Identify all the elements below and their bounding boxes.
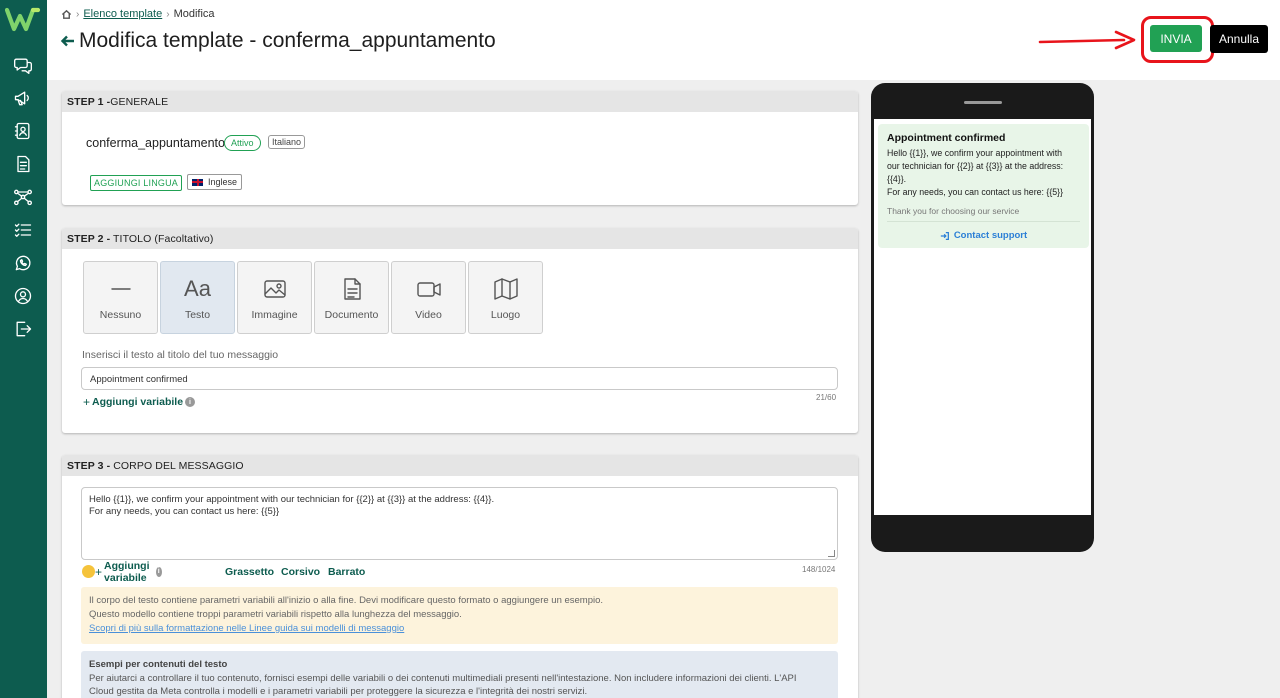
dash-icon xyxy=(110,288,131,290)
title-type-none[interactable]: Nessuno xyxy=(83,261,158,334)
examples-box: Esempi per contenuti del testo Per aiuta… xyxy=(81,651,838,698)
sidebar xyxy=(0,0,47,698)
title-type-document[interactable]: Documento xyxy=(314,261,389,334)
phone-preview: Appointment confirmed Hello {{1}}, we co… xyxy=(871,83,1094,552)
add-variable-label: Aggiungi variabile xyxy=(104,559,150,584)
title-char-counter: 21/60 xyxy=(816,393,837,402)
step3-heading: STEP 3 - CORPO DEL MESSAGGIO xyxy=(62,455,858,476)
plus-icon: + xyxy=(95,564,103,579)
phone-speaker xyxy=(964,101,1002,104)
warning-text: Questo modello contiene troppi parametri… xyxy=(89,609,462,620)
strikethrough-button[interactable]: Barrato xyxy=(328,566,365,578)
title-type-label: Testo xyxy=(184,309,211,321)
info-icon[interactable]: i xyxy=(156,566,162,577)
preview-body-line: Hello {{1}}, we confirm your appointment… xyxy=(887,148,1063,158)
breadcrumb-separator: › xyxy=(166,8,170,20)
title-type-location[interactable]: Luogo xyxy=(468,261,543,334)
title-type-label: Nessuno xyxy=(99,309,142,321)
body-char-counter: 148/1024 xyxy=(802,565,836,574)
video-icon xyxy=(416,282,441,297)
info-icon[interactable]: i xyxy=(185,397,196,407)
preview-footer: Thank you for choosing our service xyxy=(887,206,1080,222)
guidelines-link[interactable]: Scopri di più sulla formattazione nelle … xyxy=(89,622,830,636)
step1-heading: STEP 1 -GENERALE xyxy=(62,91,858,112)
template-name: conferma_appuntamento xyxy=(86,136,225,150)
bold-button[interactable]: Grassetto xyxy=(225,566,274,578)
add-variable-title-button[interactable]: + Aggiungi variabile i xyxy=(83,395,196,409)
step2-card: STEP 2 - TITOLO (Facoltativo) Nessuno Aa… xyxy=(62,228,858,433)
body-text-line: For any needs, you can contact us here: … xyxy=(89,506,280,517)
phone-screen: Appointment confirmed Hello {{1}}, we co… xyxy=(874,119,1091,515)
add-language-button[interactable]: AGGIUNGI LINGUA xyxy=(90,175,183,191)
step3-card: STEP 3 - CORPO DEL MESSAGGIO Hello {{1}}… xyxy=(62,455,858,698)
examples-text: Cloud gestita da Meta controlla i modell… xyxy=(89,686,588,697)
uk-flag-icon xyxy=(192,178,203,186)
breadcrumb-current: Modifica xyxy=(173,8,215,20)
breadcrumb-separator: › xyxy=(76,8,80,20)
home-icon[interactable] xyxy=(61,9,72,20)
title-type-label: Immagine xyxy=(251,309,298,321)
warning-box: Il corpo del testo contiene parametri va… xyxy=(81,587,838,644)
document-icon xyxy=(343,278,361,300)
checklist-icon[interactable] xyxy=(12,219,34,241)
title-type-text[interactable]: Aa Testo xyxy=(160,261,235,334)
preview-button-label: Contact support xyxy=(953,230,1028,241)
app-root: › Elenco template › Modifica Modifica te… xyxy=(0,0,1280,698)
megaphone-icon[interactable] xyxy=(12,87,34,109)
title-type-label: Documento xyxy=(324,309,379,321)
warning-text: Il corpo del testo contiene parametri va… xyxy=(89,595,604,606)
add-variable-body-button[interactable]: + Aggiungi variabile i xyxy=(95,560,162,584)
title-input[interactable]: Appointment confirmed xyxy=(81,367,838,390)
page-title-text: Modifica template - conferma_appuntament… xyxy=(79,29,496,52)
step1-card: STEP 1 -GENERALE conferma_appuntamento A… xyxy=(62,91,858,205)
step2-heading: STEP 2 - TITOLO (Facoltativo) xyxy=(62,228,858,249)
whatsapp-icon[interactable] xyxy=(12,252,34,274)
body-textarea[interactable]: Hello {{1}}, we confirm your appointment… xyxy=(81,487,838,560)
message-bubble: Appointment confirmed Hello {{1}}, we co… xyxy=(878,124,1089,248)
preview-body-line: our technician for {{2}} at {{3}} at the… xyxy=(887,161,1064,171)
login-icon xyxy=(940,231,949,240)
contacts-icon[interactable] xyxy=(12,120,34,142)
language-badge: Italiano xyxy=(268,135,306,149)
emoji-icon[interactable] xyxy=(82,565,95,578)
map-icon xyxy=(493,278,518,300)
title-type-video[interactable]: Video xyxy=(391,261,466,334)
user-icon[interactable] xyxy=(12,285,34,307)
status-badge: Attivo xyxy=(224,135,261,151)
preview-body-line: For any needs, you can contact us here: … xyxy=(887,187,1064,197)
resize-handle[interactable] xyxy=(828,550,835,557)
back-arrow-icon[interactable] xyxy=(60,33,76,49)
annotation-arrow xyxy=(1038,30,1136,50)
plus-icon: + xyxy=(83,395,91,409)
brand-logo[interactable] xyxy=(5,6,42,32)
examples-heading: Esempi per contenuti del testo xyxy=(89,659,228,670)
text-aa-icon: Aa xyxy=(184,276,211,301)
examples-text: Per aiutarci a controllare il tuo conten… xyxy=(89,673,797,684)
title-type-image[interactable]: Immagine xyxy=(237,261,312,334)
logout-icon[interactable] xyxy=(12,318,34,340)
add-variable-label: Aggiungi variabile xyxy=(92,396,184,408)
document-icon[interactable] xyxy=(12,153,34,175)
breadcrumb-link-templates[interactable]: Elenco template xyxy=(83,8,162,20)
language-chip-label: Inglese xyxy=(208,177,238,187)
body-text-line: Hello {{1}}, we confirm your appointment… xyxy=(89,494,495,505)
cancel-button[interactable]: Annulla xyxy=(1210,25,1268,53)
page-title: Modifica template - conferma_appuntament… xyxy=(60,29,496,53)
italic-button[interactable]: Corsivo xyxy=(281,566,320,578)
language-chip-english[interactable]: Inglese xyxy=(187,174,243,190)
breadcrumb: › Elenco template › Modifica xyxy=(61,8,215,20)
title-type-label: Video xyxy=(415,309,442,321)
preview-title: Appointment confirmed xyxy=(887,132,1006,144)
title-field-label: Inserisci il testo al titolo del tuo mes… xyxy=(82,349,279,361)
image-icon xyxy=(263,280,286,298)
preview-contact-button[interactable]: Contact support xyxy=(887,230,1080,241)
chat-icon[interactable] xyxy=(12,54,34,76)
format-toolbar: + Aggiungi variabile i xyxy=(82,560,162,584)
preview-body-line: {{4}}. xyxy=(887,174,907,184)
title-type-label: Luogo xyxy=(490,309,521,321)
flow-icon[interactable] xyxy=(12,186,34,208)
send-button[interactable]: INVIA xyxy=(1150,25,1202,52)
preview-body: Hello {{1}}, we confirm your appointment… xyxy=(887,147,1080,199)
